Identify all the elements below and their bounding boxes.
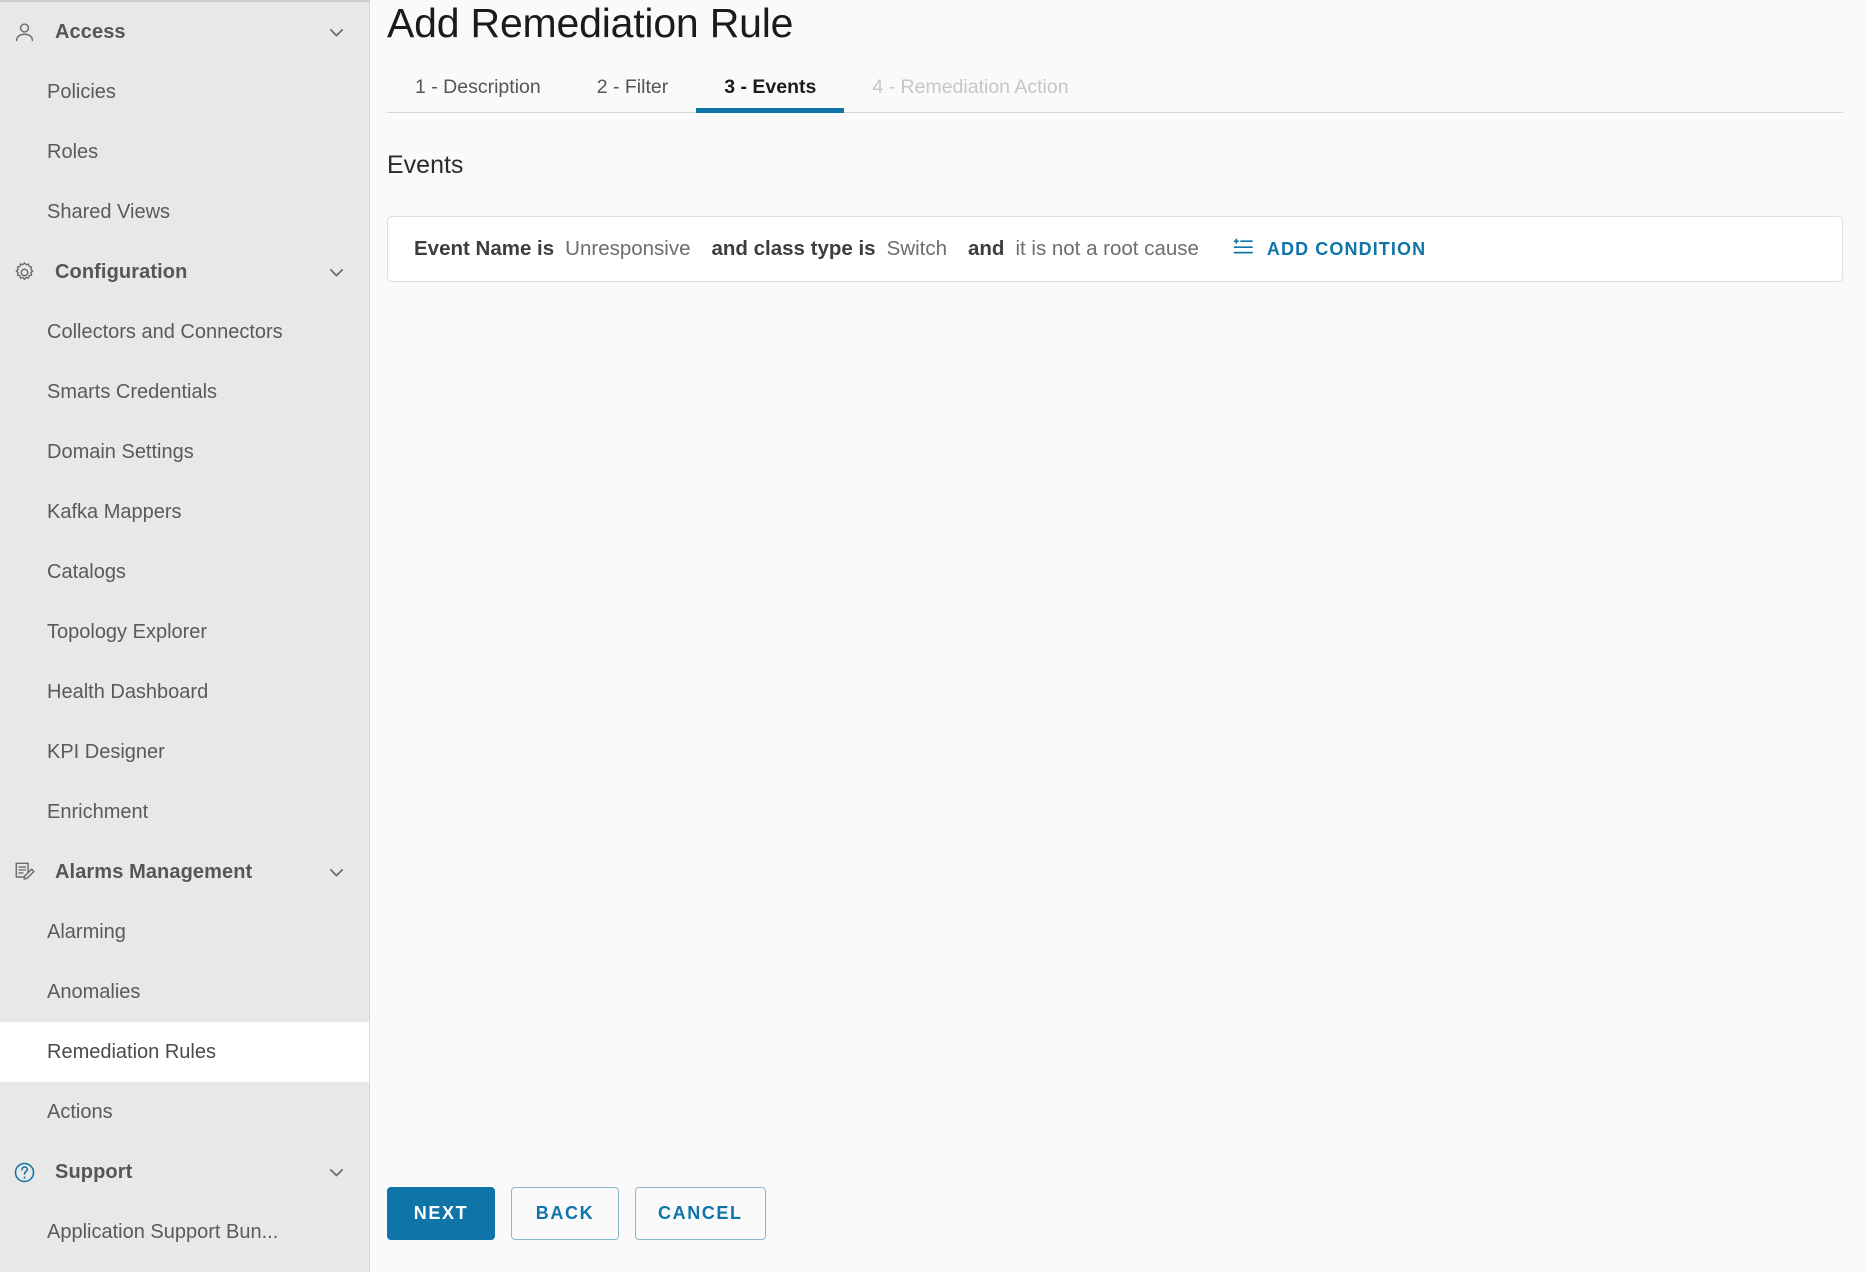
back-button[interactable]: BACK (511, 1187, 619, 1240)
wizard-tabs: 1 - Description 2 - Filter 3 - Events 4 - R… (387, 66, 1843, 113)
sidebar-item-actions[interactable]: Actions (0, 1082, 369, 1142)
sidebar-item-kpi-designer[interactable]: KPI Designer (0, 722, 369, 782)
chevron-down-icon[interactable] (325, 22, 347, 43)
condition-builder[interactable]: Event Name is Unresponsive and class type … (387, 216, 1843, 282)
sidebar: Access Policies Roles Shared Views Configura… (0, 0, 370, 1272)
sidebar-item-alarming[interactable]: Alarming (0, 902, 369, 962)
condition-operator[interactable]: Event Name is (414, 237, 554, 261)
sidebar-group-alarms-management[interactable]: Alarms Management (0, 842, 369, 902)
sidebar-item-roles[interactable]: Roles (0, 122, 369, 182)
sidebar-item-policies[interactable]: Policies (0, 62, 369, 122)
next-button[interactable]: NEXT (387, 1187, 495, 1240)
add-list-item-icon (1231, 237, 1255, 261)
help-circle-icon (10, 1161, 38, 1184)
condition-value[interactable]: it is not a root cause (1015, 237, 1198, 261)
sidebar-item-collectors-and-connectors[interactable]: Collectors and Connectors (0, 302, 369, 362)
add-condition-label: ADD CONDITION (1266, 238, 1427, 259)
tab-2[interactable]: 2 - Filter (569, 76, 697, 112)
sidebar-item-enrichment[interactable]: Enrichment (0, 782, 369, 842)
condition-value[interactable]: Unresponsive (565, 237, 690, 261)
sidebar-item-health-dashboard[interactable]: Health Dashboard (0, 662, 369, 722)
user-icon (10, 21, 38, 44)
sidebar-group-label: Access (55, 20, 126, 43)
page-title: Add Remediation Rule (387, 0, 794, 46)
cancel-button[interactable]: CANCEL (635, 1187, 766, 1240)
sidebar-group-access[interactable]: Access (0, 2, 369, 62)
sidebar-group-label: Alarms Management (55, 860, 253, 883)
section-title: Events (387, 151, 464, 179)
condition-expression: Event Name is Unresponsive and class type … (414, 237, 1199, 261)
sidebar-group-label: Configuration (55, 260, 188, 283)
chevron-down-icon[interactable] (325, 262, 347, 283)
condition-operator[interactable]: and class type is (712, 237, 876, 261)
condition-value[interactable]: Switch (887, 237, 947, 261)
chevron-down-icon[interactable] (325, 862, 347, 883)
sidebar-group-support[interactable]: Support (0, 1142, 369, 1202)
tab-3[interactable]: 3 - Events (696, 76, 845, 113)
sidebar-group-label: Support (55, 1160, 133, 1183)
sidebar-item-remediation-rules[interactable]: Remediation Rules (0, 1022, 369, 1082)
wizard-footer-buttons: NEXT BACK CANCEL (370, 1187, 1843, 1272)
sidebar-item-kafka-mappers[interactable]: Kafka Mappers (0, 482, 369, 542)
main-content: Add Remediation Rule 1 - Description 2 - … (370, 0, 1867, 1272)
app-root: Access Policies Roles Shared Views Configura… (0, 0, 1867, 1272)
sidebar-item-smarts-credentials[interactable]: Smarts Credentials (0, 362, 369, 422)
sidebar-item-anomalies[interactable]: Anomalies (0, 962, 369, 1022)
sidebar-item-catalogs[interactable]: Catalogs (0, 542, 369, 602)
sidebar-item-domain-settings[interactable]: Domain Settings (0, 422, 369, 482)
condition-operator[interactable]: and (968, 237, 1004, 261)
sidebar-item-shared-views[interactable]: Shared Views (0, 182, 369, 242)
sidebar-item-topology-explorer[interactable]: Topology Explorer (0, 602, 369, 662)
tab-4: 4 - Remediation Action (872, 76, 1069, 98)
chevron-down-icon[interactable] (325, 1162, 347, 1183)
sidebar-group-configuration[interactable]: Configuration (0, 242, 369, 302)
sidebar-item-application-support-bun[interactable]: Application Support Bun... (0, 1202, 369, 1262)
gear-icon (10, 261, 38, 284)
add-condition-button[interactable]: ADD CONDITION (1231, 237, 1426, 261)
tab-1[interactable]: 1 - Description (387, 76, 569, 112)
document-edit-icon (10, 861, 38, 884)
